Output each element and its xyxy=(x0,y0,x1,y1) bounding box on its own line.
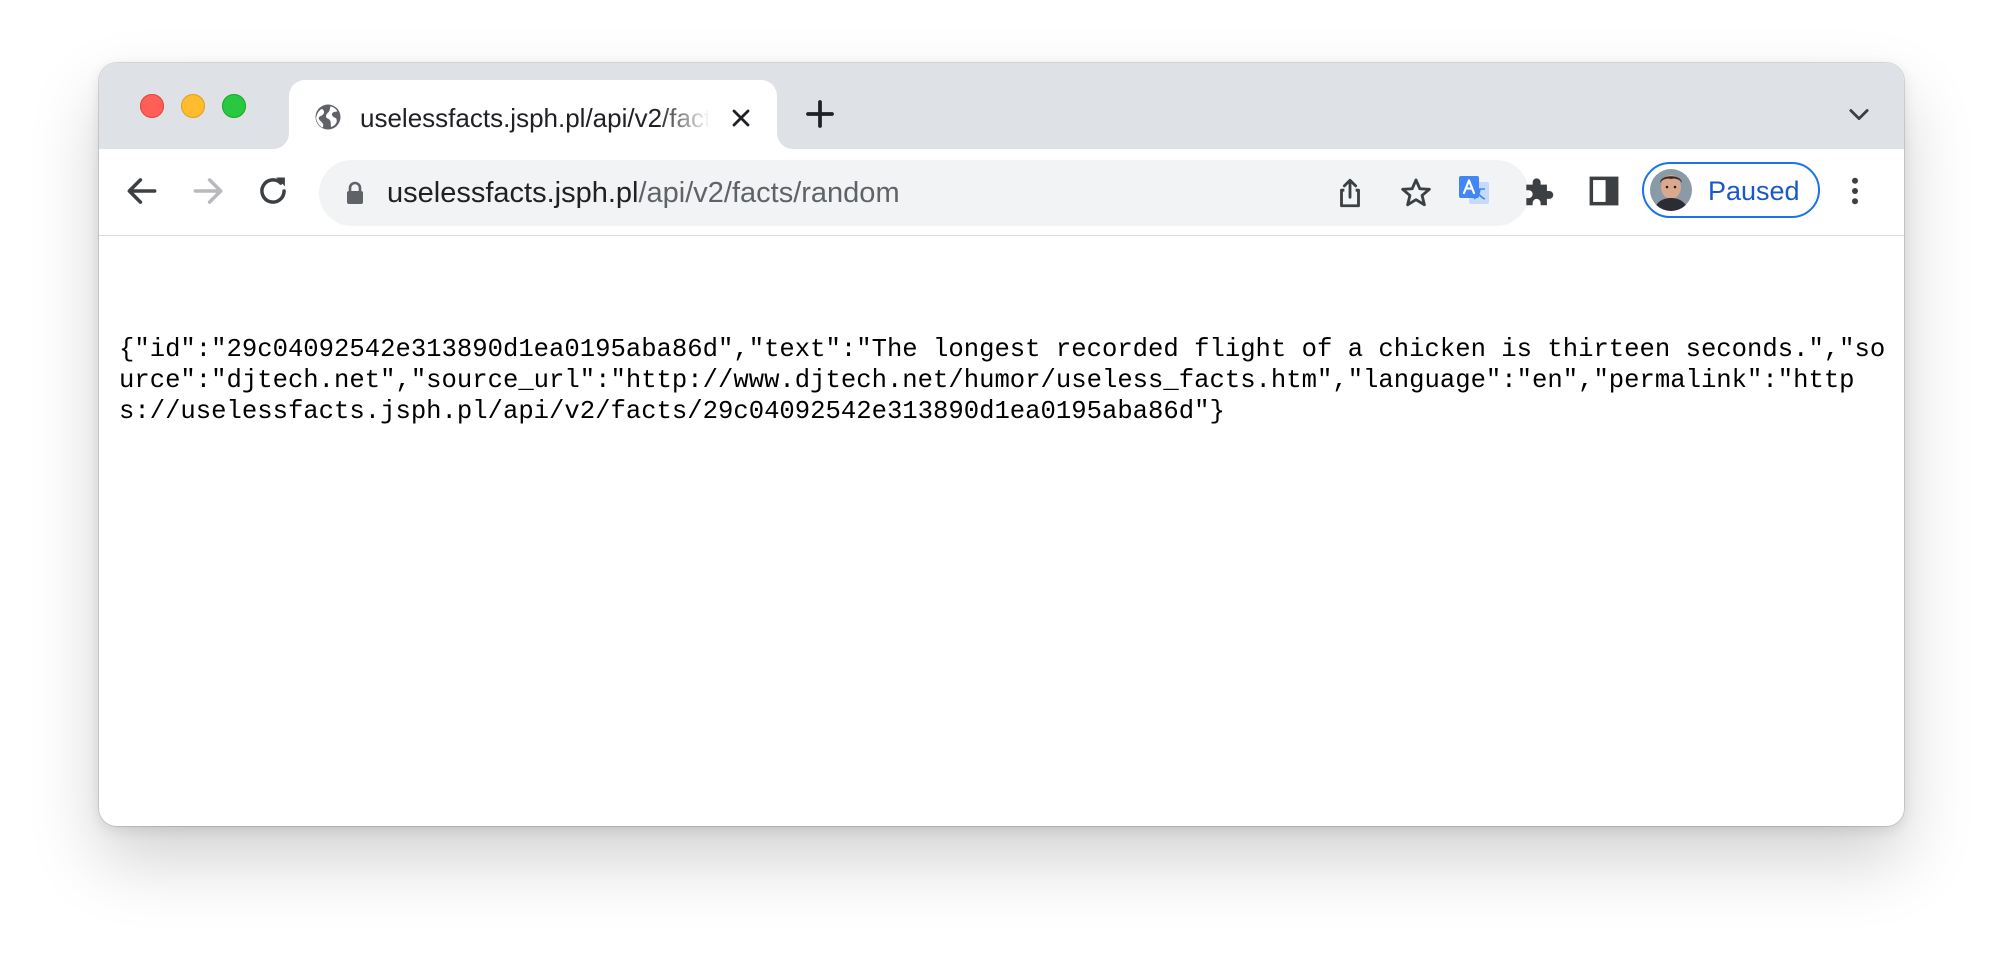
url-path: /api/v2/facts/random xyxy=(638,177,900,209)
arrow-right-icon xyxy=(193,178,223,204)
share-icon[interactable] xyxy=(1333,176,1367,210)
puzzle-icon[interactable] xyxy=(1520,172,1558,210)
chevron-down-icon[interactable] xyxy=(1845,100,1873,128)
reload-button[interactable] xyxy=(254,172,292,210)
forward-button[interactable] xyxy=(189,172,227,210)
profile-status-label: Paused xyxy=(1708,176,1800,206)
google-translate-icon[interactable] xyxy=(1455,172,1493,210)
side-panel-icon[interactable] xyxy=(1585,172,1623,210)
json-response-text: {"id":"29c04092542e313890d1ea0195aba86d"… xyxy=(119,335,1886,426)
lock-icon[interactable] xyxy=(344,180,366,206)
page-content: {"id":"29c04092542e313890d1ea0195aba86d"… xyxy=(99,236,1904,826)
plus-icon[interactable] xyxy=(804,98,836,130)
reload-icon xyxy=(260,177,286,204)
globe-icon xyxy=(315,104,341,130)
window-minimize-button[interactable] xyxy=(181,94,205,118)
star-icon[interactable] xyxy=(1399,176,1433,210)
url-text[interactable]: uselessfacts.jsph.pl/api/v2/facts/random xyxy=(387,174,900,212)
window-maximize-button[interactable] xyxy=(222,94,246,118)
tab-active[interactable]: uselessfacts.jsph.pl/api/v2/facts/random xyxy=(289,80,777,152)
close-icon[interactable] xyxy=(729,106,753,130)
back-button[interactable] xyxy=(123,172,161,210)
url-host: uselessfacts.jsph.pl xyxy=(387,177,639,209)
avatar xyxy=(1650,169,1692,211)
tab-title: uselessfacts.jsph.pl/api/v2/facts/random xyxy=(360,103,710,133)
toolbar: uselessfacts.jsph.pl/api/v2/facts/random xyxy=(99,149,1904,236)
arrow-left-icon xyxy=(127,178,157,204)
browser-window: uselessfacts.jsph.pl/api/v2/facts/random xyxy=(99,63,1904,826)
profile-button[interactable]: Paused xyxy=(1642,162,1820,218)
window-close-button[interactable] xyxy=(140,94,164,118)
kebab-menu-icon[interactable] xyxy=(1836,172,1874,210)
address-bar[interactable]: uselessfacts.jsph.pl/api/v2/facts/random xyxy=(319,160,1529,226)
tab-strip: uselessfacts.jsph.pl/api/v2/facts/random xyxy=(99,63,1904,152)
